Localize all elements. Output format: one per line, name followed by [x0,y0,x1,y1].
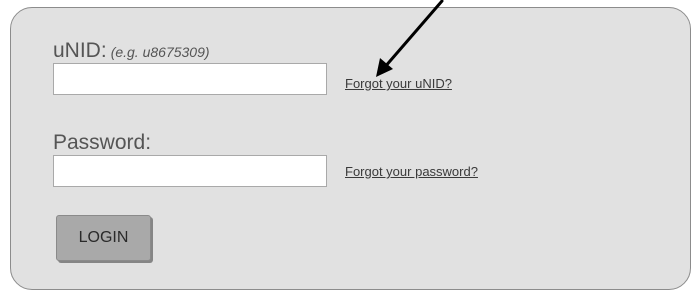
unid-hint: (e.g. u8675309) [110,44,210,60]
forgot-unid-link[interactable]: Forgot your uNID? [345,77,452,90]
unid-label: uNID: (e.g. u8675309) [53,40,210,61]
unid-label-text: uNID: [53,39,107,62]
login-button[interactable]: LOGIN [56,215,151,261]
unid-input[interactable] [53,63,327,95]
login-panel: uNID: (e.g. u8675309) Forgot your uNID? P… [10,7,691,290]
password-label: Password: [53,131,152,154]
password-input[interactable] [53,155,327,187]
forgot-password-link[interactable]: Forgot your password? [345,165,478,178]
